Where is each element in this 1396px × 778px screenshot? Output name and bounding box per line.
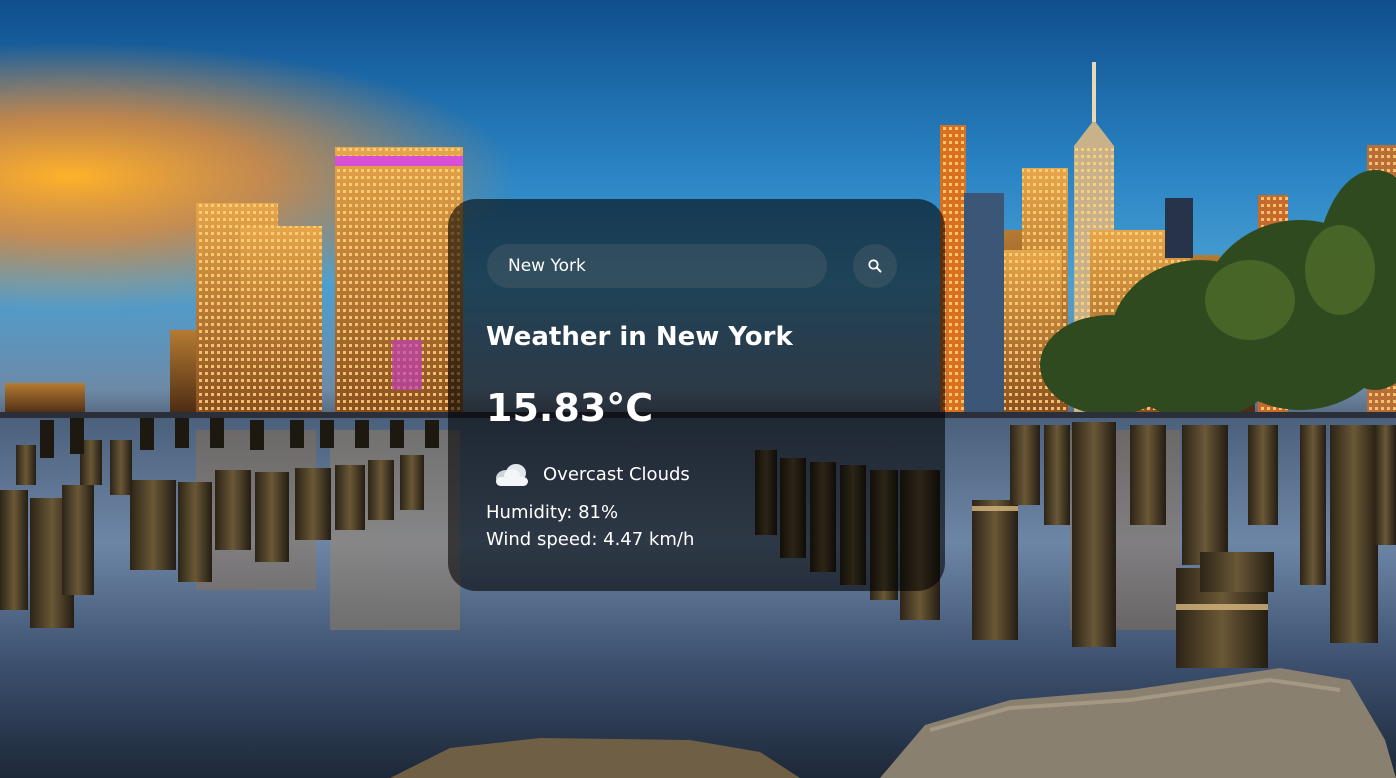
wind-speed: Wind speed: 4.47 km/h <box>486 529 695 550</box>
weather-card: Weather in New York 15.83°C Overcast Clo… <box>448 199 945 591</box>
search-input[interactable] <box>487 244 827 288</box>
temperature: 15.83°C <box>486 386 654 430</box>
search-button[interactable] <box>853 244 897 288</box>
humidity: Humidity: 81% <box>486 502 619 523</box>
overcast-clouds-icon <box>496 464 528 486</box>
weather-description: Overcast Clouds <box>543 464 690 485</box>
weather-app: Weather in New York 15.83°C Overcast Clo… <box>0 0 1396 778</box>
search-icon <box>868 259 882 273</box>
weather-condition: Overcast Clouds <box>492 457 690 493</box>
location-title: Weather in New York <box>486 322 793 352</box>
